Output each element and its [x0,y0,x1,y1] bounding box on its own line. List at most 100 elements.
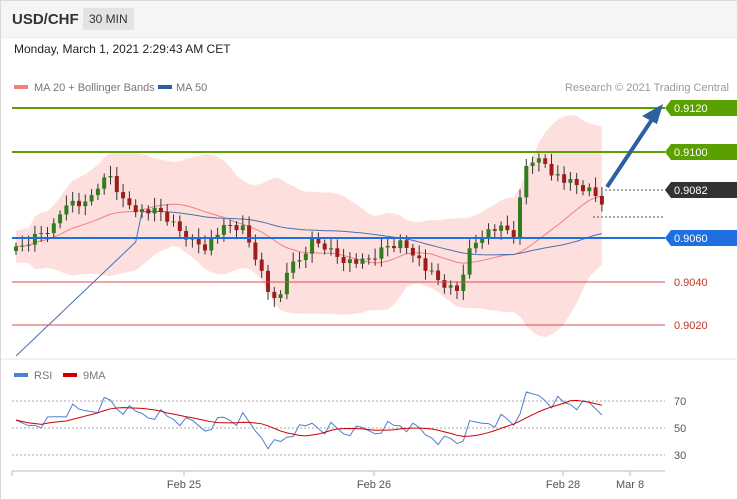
candle-body [587,187,592,192]
candle-body [253,242,258,260]
credit-text: Research © 2021 Trading Central [565,82,729,94]
candle-body [152,207,157,214]
candle-body [385,246,390,248]
candle-body [455,285,459,291]
candle-body [329,248,333,250]
candle-body [347,259,352,263]
candle-body [272,291,277,298]
candle-body [442,280,447,288]
candle-body [379,247,384,259]
price-tag-0.9100-label: 0.9100 [674,147,708,159]
candle-body [555,174,560,176]
candle-body [228,225,233,226]
candle-body [234,225,239,231]
candle-body [196,238,201,245]
price-tag-0.9120-label: 0.9120 [674,103,708,115]
candle-body [39,233,44,234]
candle-body [133,205,138,213]
candle-body [303,253,308,261]
candle-body [171,221,176,223]
candle-body [146,209,151,214]
candle-body [322,243,327,250]
chart-frame: USD/CHF 30 MIN Monday, March 1, 2021 2:2… [0,0,738,500]
candle-body [505,225,510,231]
candle-body [291,261,296,273]
candle-body [492,229,497,231]
candle-body [410,247,415,256]
candle-body [158,207,163,213]
candle-body [266,270,270,292]
candle-body [599,196,604,205]
legend-ma20-label: MA 20 + Bollinger Bands [34,82,155,94]
candle-body [486,229,491,238]
candle-body [549,163,554,176]
legend-swatch-ma20 [14,85,28,89]
candle-body [247,225,252,243]
candle-body [203,244,207,251]
price-chart: MA 20 + Bollinger Bands MA 50 Research ©… [1,82,737,491]
candle-body [423,258,428,271]
candle-body [518,197,522,239]
candle-body [140,209,144,213]
candle-body [51,223,56,234]
candle-body [32,233,37,245]
candle-body [20,245,25,247]
candle-body [83,201,88,207]
candle-body [64,205,69,215]
rsi-line [15,391,603,450]
price-tag-0.9020-label: 0.9020 [674,320,708,332]
candle-body [530,162,535,166]
candle-body [259,259,264,271]
candle-body [524,166,529,198]
candle-body [45,233,50,234]
candle-body [373,258,378,260]
rsi-tick-50: 50 [674,423,686,435]
candle-body [499,225,504,231]
candle-body [574,179,579,186]
rsi-9ma-line [15,399,603,437]
rsi-tick-30: 30 [674,450,686,462]
candle-body [429,270,434,272]
candle-body [278,294,283,298]
candle-body [14,246,18,251]
candle-body [341,256,346,263]
candle-body [177,221,182,231]
candle-body [77,200,81,207]
candle-body [568,179,573,183]
candle-body [404,240,409,248]
candle-body [593,187,598,196]
candle-body [108,176,113,178]
x-label-feb25: Feb 25 [167,479,201,491]
candle-body [335,248,340,257]
candle-body [562,174,567,183]
legend-ma50-label: MA 50 [176,82,207,94]
candle-body [114,176,119,193]
candle-body [436,270,441,281]
candle-body [310,237,315,254]
candle-body [95,188,100,196]
rsi-9ma-legend-swatch [63,373,77,377]
x-label-feb28: Feb 28 [546,479,580,491]
rsi-9ma-legend-label: 9MA [83,370,106,382]
candle-body [121,192,126,199]
candle-body [209,237,214,251]
x-label-mar8: Mar 8 [616,479,644,491]
candle-body [127,198,132,206]
candle-body [581,185,585,192]
x-ticks [11,471,631,476]
candle-body [360,258,365,264]
candle-body [165,212,170,222]
candle-body [543,158,548,164]
x-label-feb26: Feb 26 [357,479,391,491]
price-tag-0.9060-label: 0.9060 [674,233,708,245]
candle-body [417,255,422,259]
legend-swatch-ma50 [158,85,172,89]
candle-body [354,259,359,264]
candle-body [366,258,371,260]
candle-body [284,272,289,295]
candle-body [467,248,472,275]
candle-body [392,246,396,249]
price-tag-0.9082-label: 0.9082 [674,185,708,197]
rsi-tick-70: 70 [674,396,686,408]
candle-body [26,244,31,246]
